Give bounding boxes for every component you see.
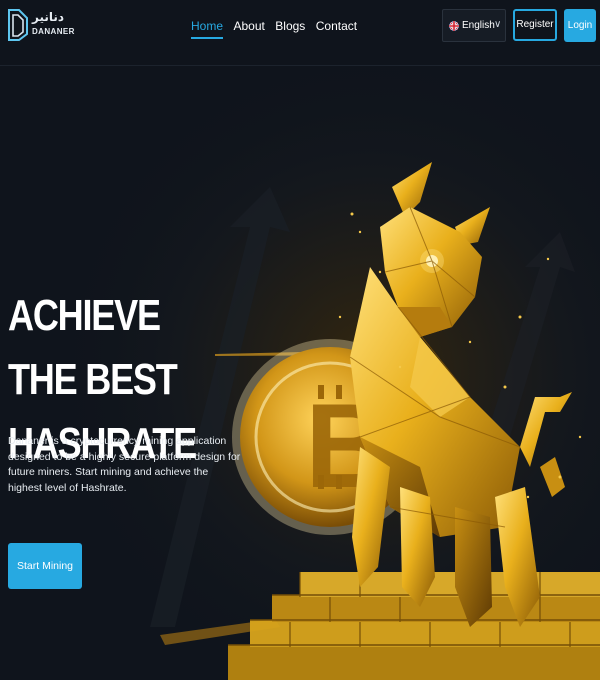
logo[interactable]: دنانير DANANER [7,6,74,46]
logo-name: DANANER [32,27,75,36]
nav-contact[interactable]: Contact [316,19,357,37]
language-label: English [462,20,495,31]
hero-description: Dananer is a cryptocurrency mining appli… [8,435,241,494]
nav-about[interactable]: About [233,19,264,37]
start-mining-button[interactable]: Start Mining [8,543,82,589]
main-nav: Home About Blogs Contact [191,17,363,39]
nav-home[interactable]: Home [191,19,224,39]
chevron-down-icon: ∨ [494,19,502,30]
dananer-logo-icon [8,9,28,41]
uk-flag-icon [449,21,459,31]
hero-section: B ACHIEVE THE BEST HASHRATE Dananer is a… [0,67,600,680]
site-header: دنانير DANANER Home About Blogs Contact … [0,0,600,66]
login-button[interactable]: Login [564,9,596,42]
language-selector[interactable]: English ∨ [442,9,506,42]
nav-blogs[interactable]: Blogs [275,19,305,37]
register-button[interactable]: Register [513,9,557,41]
logo-arabic-text: دنانير [32,10,65,24]
